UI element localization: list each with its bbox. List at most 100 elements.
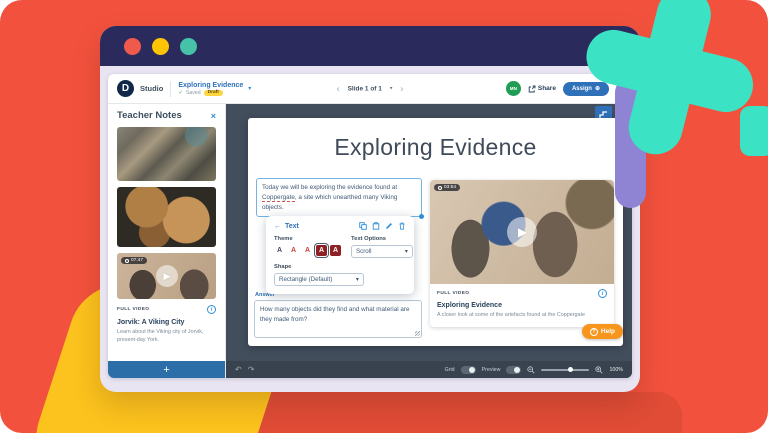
slide-title[interactable]: Exploring Evidence bbox=[248, 134, 623, 161]
theme-swatch-4-selected[interactable]: A bbox=[316, 245, 327, 256]
video-card-title: Exploring Evidence bbox=[437, 302, 607, 309]
text-options-label: Text Options bbox=[351, 236, 413, 242]
copy-icon[interactable] bbox=[372, 222, 380, 230]
text-options-select[interactable]: Scroll ▾ bbox=[351, 245, 413, 258]
teacher-notes-title: Teacher Notes bbox=[117, 110, 182, 121]
chevron-down-icon: ▾ bbox=[356, 276, 359, 283]
studio-app-window: D Studio Exploring Evidence ✓ Saved Draf… bbox=[108, 74, 632, 378]
help-label: Help bbox=[601, 328, 615, 335]
clock-icon bbox=[438, 186, 442, 190]
undo-icon[interactable]: ↶ bbox=[235, 366, 242, 374]
assign-label: Assign bbox=[572, 86, 592, 92]
slide-video-card[interactable]: 03:54 ▶ FULL VIDEO i bbox=[430, 180, 614, 327]
document-title: Exploring Evidence bbox=[178, 82, 243, 89]
app-header: D Studio Exploring Evidence ✓ Saved Draf… bbox=[108, 74, 632, 104]
coppergate-link[interactable]: Coppergate bbox=[262, 194, 295, 202]
zoom-in-icon[interactable] bbox=[595, 366, 603, 374]
divider bbox=[170, 81, 171, 97]
redo-icon[interactable]: ↷ bbox=[248, 366, 255, 374]
back-arrow-icon[interactable]: ← bbox=[274, 223, 281, 230]
traffic-light-zoom[interactable] bbox=[180, 38, 197, 55]
sidebar-video-thumbnail[interactable]: 07:47 ▶ bbox=[117, 253, 216, 299]
brand-label: Studio bbox=[140, 84, 163, 93]
play-button[interactable]: ▶ bbox=[507, 217, 537, 247]
zoom-percentage: 100% bbox=[609, 367, 623, 373]
question-text-area[interactable]: How many objects did they find and what … bbox=[254, 300, 422, 338]
text-options-value: Scroll bbox=[356, 248, 371, 255]
saved-status: Saved bbox=[186, 90, 201, 96]
sidebar-video-title: Jorvik: A Viking City bbox=[117, 319, 216, 326]
intro-text-box[interactable]: Today we will be exploring the evidence … bbox=[256, 178, 422, 217]
theme-section: Theme A A A A A bbox=[274, 236, 341, 258]
theme-swatch-1[interactable]: A bbox=[274, 245, 285, 256]
slide-counter[interactable]: Slide 1 of 1 bbox=[348, 85, 382, 92]
theme-swatch-5[interactable]: A bbox=[330, 245, 341, 256]
title-chevron-down-icon[interactable]: ▾ bbox=[248, 85, 251, 92]
browser-titlebar bbox=[100, 26, 640, 66]
shape-value: Rectangle (Default) bbox=[279, 276, 332, 283]
slide[interactable]: Exploring Evidence Today we will be expl… bbox=[248, 118, 623, 346]
draft-badge: Draft bbox=[204, 90, 223, 96]
resize-grip-icon[interactable] bbox=[415, 331, 420, 336]
zoom-slider[interactable] bbox=[541, 369, 589, 371]
zoom-out-icon[interactable] bbox=[527, 366, 535, 374]
full-video-label: FULL VIDEO bbox=[117, 307, 149, 312]
intro-text-start: Today we will be exploring the evidence … bbox=[262, 184, 397, 191]
assign-plus-icon: ⊕ bbox=[595, 85, 600, 92]
prev-slide-button[interactable]: ‹ bbox=[337, 84, 340, 93]
close-icon[interactable]: × bbox=[211, 111, 216, 121]
shape-label: Shape bbox=[274, 264, 406, 270]
add-note-button[interactable]: + bbox=[108, 361, 225, 378]
pen-icon[interactable] bbox=[385, 222, 393, 230]
panel-title: Text bbox=[285, 223, 299, 230]
preview-toggle[interactable] bbox=[506, 366, 521, 374]
grid-toggle[interactable] bbox=[461, 366, 476, 374]
play-button[interactable]: ▶ bbox=[156, 265, 178, 287]
chevron-down-icon: ▾ bbox=[405, 248, 408, 255]
saved-check-icon: ✓ bbox=[178, 90, 183, 96]
grid-label: Grid bbox=[445, 367, 455, 373]
marketing-canvas: D Studio Exploring Evidence ✓ Saved Draf… bbox=[0, 0, 768, 433]
video-duration-badge: 03:54 bbox=[434, 184, 460, 191]
teacher-notes-list[interactable]: 07:47 ▶ FULL VIDEO i Jorvik: A Viking Ci… bbox=[108, 125, 225, 361]
excavation-photo[interactable] bbox=[117, 127, 216, 181]
play-icon: ▶ bbox=[518, 225, 527, 239]
browser-body: D Studio Exploring Evidence ✓ Saved Draf… bbox=[100, 66, 640, 392]
teacher-notes-panel: Teacher Notes × 07:47 ▶ bbox=[108, 104, 226, 378]
video-duration-badge: 07:47 bbox=[121, 257, 147, 264]
decorative-teal-chip bbox=[740, 106, 768, 156]
clock-icon bbox=[125, 259, 129, 263]
video-thumbnail[interactable]: 03:54 ▶ bbox=[430, 180, 614, 284]
slide-dropdown-chevron-icon[interactable]: ▾ bbox=[390, 86, 393, 92]
theme-swatch-2[interactable]: A bbox=[288, 245, 299, 256]
video-card-description: A closer look at some of the artefacts f… bbox=[437, 312, 607, 320]
traffic-light-minimize[interactable] bbox=[152, 38, 169, 55]
artefacts-photo[interactable] bbox=[117, 187, 216, 247]
theme-swatch-3[interactable]: A bbox=[302, 245, 313, 256]
resize-handle[interactable] bbox=[419, 214, 424, 219]
document-title-block[interactable]: Exploring Evidence ✓ Saved Draft bbox=[178, 82, 243, 96]
decorative-purple-bar bbox=[615, 77, 646, 208]
text-editor-panel: ← Text bbox=[266, 216, 414, 294]
traffic-light-close[interactable] bbox=[124, 38, 141, 55]
shape-select[interactable]: Rectangle (Default) ▾ bbox=[274, 273, 364, 286]
assign-button[interactable]: Assign ⊕ bbox=[563, 82, 609, 96]
text-options-section: Text Options Scroll ▾ bbox=[351, 236, 413, 258]
duplicate-icon[interactable] bbox=[359, 222, 367, 230]
help-button[interactable]: ? Help bbox=[582, 324, 623, 339]
next-slide-button[interactable]: › bbox=[400, 84, 403, 93]
shape-section: Shape Rectangle (Default) ▾ bbox=[274, 264, 406, 286]
question-mark-icon: ? bbox=[590, 328, 598, 336]
info-icon[interactable]: i bbox=[598, 289, 607, 298]
browser-window: D Studio Exploring Evidence ✓ Saved Draf… bbox=[100, 26, 640, 392]
info-icon[interactable]: i bbox=[207, 305, 216, 314]
share-icon bbox=[528, 85, 536, 93]
slide-canvas-area: Exploring Evidence Today we will be expl… bbox=[226, 104, 632, 378]
sidebar-video-description: Learn about the Viking city of Jorvik, p… bbox=[117, 329, 216, 345]
question-text: How many objects did they find and what … bbox=[260, 306, 409, 323]
share-button[interactable]: Share bbox=[528, 85, 556, 93]
canvas-toolbar: ↶ ↷ Grid Preview 100% bbox=[226, 361, 632, 378]
zoom-slider-handle[interactable] bbox=[568, 367, 574, 373]
trash-icon[interactable] bbox=[398, 222, 406, 230]
user-avatar[interactable]: MN bbox=[506, 81, 521, 96]
